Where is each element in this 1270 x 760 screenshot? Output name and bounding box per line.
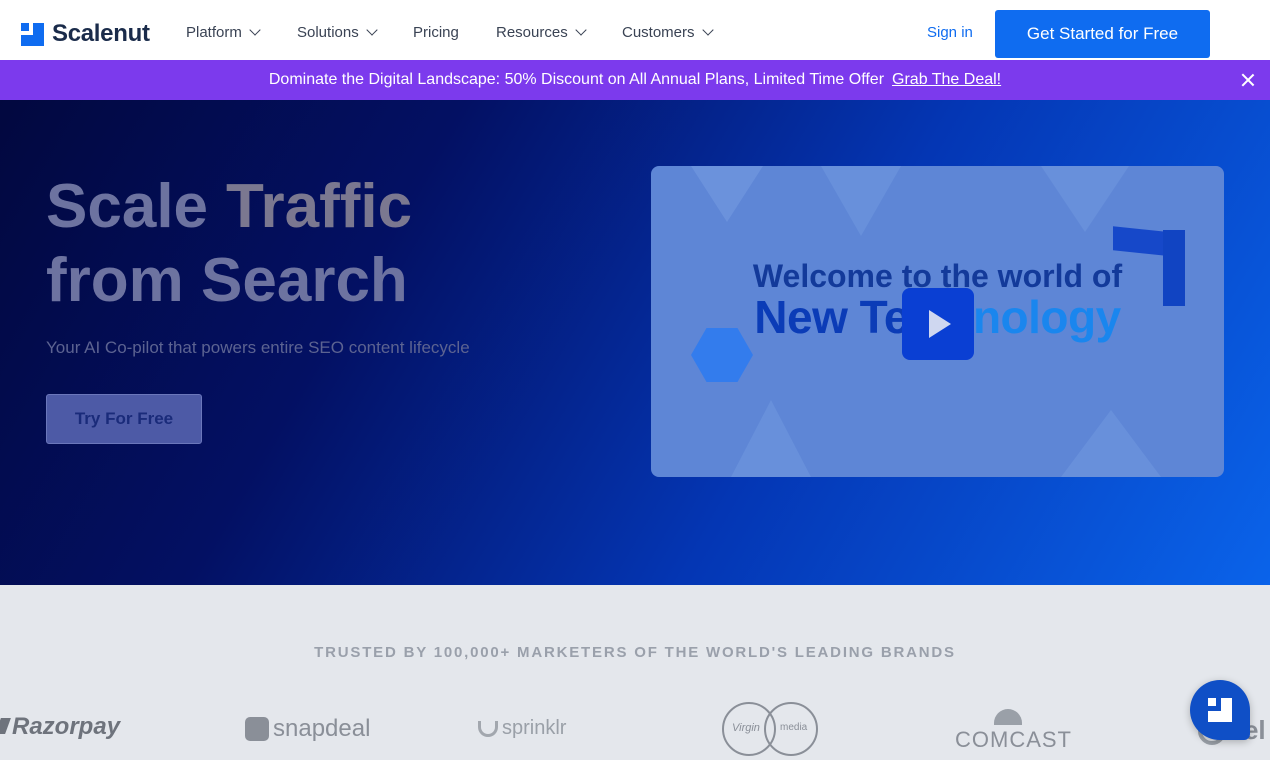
- decor-triangle: [691, 166, 763, 222]
- media-text: media: [780, 722, 808, 733]
- decor-triangle: [1061, 410, 1161, 477]
- comcast-text: COMCAST: [955, 727, 1072, 752]
- grab-deal-link[interactable]: Grab The Deal!: [892, 71, 1001, 89]
- intro-video[interactable]: Welcome to the world of New Te nology: [651, 166, 1224, 477]
- nav-solutions[interactable]: Solutions: [297, 24, 378, 41]
- hero-section: Scale Traffic from Search Your AI Co-pilo…: [0, 100, 1270, 585]
- chevron-down-icon: [701, 24, 714, 36]
- decor-triangle: [731, 400, 811, 477]
- hero-title-word-scale: Scale: [46, 172, 209, 241]
- razorpay-text: Razorpay: [12, 713, 121, 740]
- nav-resources[interactable]: Resources: [496, 24, 587, 41]
- razorpay-logo: Razorpay: [0, 713, 120, 741]
- nav-customers[interactable]: Customers: [622, 24, 714, 41]
- razorpay-icon: [0, 718, 11, 734]
- nbc-peacock-icon: [994, 709, 1022, 725]
- virgin-text: Virgin: [732, 722, 760, 734]
- nav-customers-label: Customers: [622, 24, 695, 41]
- nav-platform-label: Platform: [186, 24, 242, 41]
- hero-title-line2: from Search: [46, 246, 408, 315]
- trusted-brands-title: TRUSTED BY 100,000+ MARKETERS OF THE WOR…: [314, 644, 956, 661]
- hero-subtitle: Your AI Co-pilot that powers entire SEO …: [46, 338, 470, 357]
- hero-title: Scale Traffic from Search: [46, 170, 412, 318]
- play-icon[interactable]: [902, 288, 974, 360]
- scalenut-logo-icon: [21, 22, 44, 46]
- nav-solutions-label: Solutions: [297, 24, 359, 41]
- get-started-button[interactable]: Get Started for Free: [995, 10, 1210, 58]
- snapdeal-icon: [245, 717, 269, 741]
- nav-resources-label: Resources: [496, 24, 568, 41]
- decor-triangle: [821, 166, 901, 236]
- video-headline-a: New Te: [754, 291, 909, 343]
- trusted-brands-section: TRUSTED BY 100,000+ MARKETERS OF THE WOR…: [0, 585, 1270, 760]
- chat-widget-button[interactable]: [1190, 680, 1250, 740]
- promo-text: Dominate the Digital Landscape: 50% Disc…: [268, 71, 885, 88]
- snapdeal-text: snapdeal: [273, 715, 371, 742]
- chevron-down-icon: [575, 24, 587, 36]
- sprinklr-icon: [478, 720, 498, 737]
- sprinklr-logo: sprinklr: [478, 717, 566, 740]
- close-icon[interactable]: [1240, 72, 1256, 88]
- sign-in-link[interactable]: Sign in: [927, 24, 973, 41]
- nav-pricing-label: Pricing: [413, 24, 459, 41]
- hero-title-word-traffic: Traffic: [226, 172, 413, 241]
- snapdeal-logo: snapdeal: [245, 715, 370, 743]
- scalenut-logo[interactable]: Scalenut: [21, 20, 150, 48]
- sprinklr-text: sprinklr: [502, 717, 567, 739]
- virgin-media-logo: Virgin media: [722, 702, 818, 756]
- video-headline-b: nology: [972, 291, 1121, 343]
- chevron-down-icon: [249, 24, 261, 36]
- logo-text: Scalenut: [52, 20, 150, 47]
- promo-banner: Dominate the Digital Landscape: 50% Disc…: [0, 60, 1270, 100]
- try-for-free-button[interactable]: Try For Free: [46, 394, 202, 444]
- comcast-logo: COMCAST: [955, 709, 1071, 753]
- nav-pricing[interactable]: Pricing: [413, 24, 459, 41]
- top-navigation: Scalenut Platform Solutions Pricing Reso…: [0, 0, 1270, 60]
- nav-platform[interactable]: Platform: [186, 24, 261, 41]
- chevron-down-icon: [366, 24, 378, 36]
- decor-triangle: [1041, 166, 1129, 232]
